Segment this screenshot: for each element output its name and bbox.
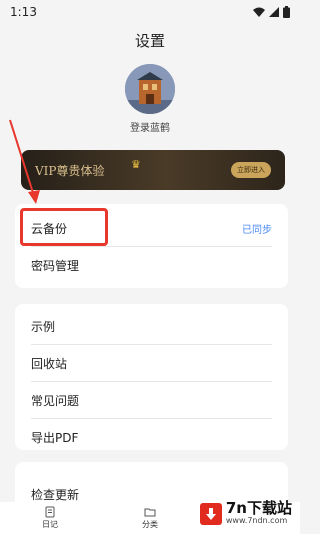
example-label: 示例 [31, 319, 56, 334]
watermark: 7n下载站 www.7ndn.com [199, 499, 292, 526]
diary-icon [45, 506, 55, 518]
vip-label: VIP尊贵体验 [35, 163, 105, 178]
vip-banner[interactable]: VIP尊贵体验 ♛ 立即进入 [21, 150, 285, 190]
nav-item-category[interactable]: 分类 [100, 502, 200, 534]
battery-icon [283, 6, 290, 18]
page-title: 设置 [134, 31, 165, 50]
highlight-box [20, 208, 108, 246]
settings-item-example[interactable]: 示例 [15, 308, 288, 344]
status-icons [253, 6, 290, 18]
wifi-icon [253, 7, 265, 17]
settings-item-faq[interactable]: 常见问题 [15, 382, 288, 418]
faq-label: 常见问题 [31, 393, 80, 408]
download-arrow-icon [199, 502, 222, 525]
login-label[interactable]: 登录蓝鹤 [130, 119, 170, 134]
nav-label-diary: 日记 [42, 520, 58, 529]
watermark-brand: 7n下载站 [225, 499, 292, 517]
password-label: 密码管理 [31, 258, 80, 273]
vip-enter-button[interactable]: 立即进入 [231, 162, 271, 178]
status-time: 1:13 [10, 5, 37, 19]
sync-status: 已同步 [242, 224, 272, 236]
settings-item-password[interactable]: 密码管理 [15, 247, 288, 283]
crown-icon: ♛ [131, 158, 141, 171]
nav-item-diary[interactable]: 日记 [0, 502, 100, 534]
settings-item-export-pdf[interactable]: 导出PDF [15, 419, 288, 455]
signal-icon [269, 7, 279, 17]
nav-label-category: 分类 [142, 520, 158, 529]
avatar[interactable] [125, 64, 175, 114]
watermark-url: www.7ndn.com [225, 516, 288, 525]
check-update-label: 检查更新 [31, 487, 80, 502]
recycle-bin-label: 回收站 [31, 356, 68, 371]
status-bar: 1:13 [0, 0, 300, 24]
avatar-image [125, 64, 175, 114]
folder-icon [144, 508, 156, 517]
general-card: 示例 回收站 常见问题 导出PDF [15, 304, 288, 450]
settings-item-recycle-bin[interactable]: 回收站 [15, 345, 288, 381]
page-header: 设置 [0, 24, 300, 56]
export-pdf-label: 导出PDF [31, 430, 79, 445]
profile-section[interactable]: 登录蓝鹤 [0, 64, 300, 134]
